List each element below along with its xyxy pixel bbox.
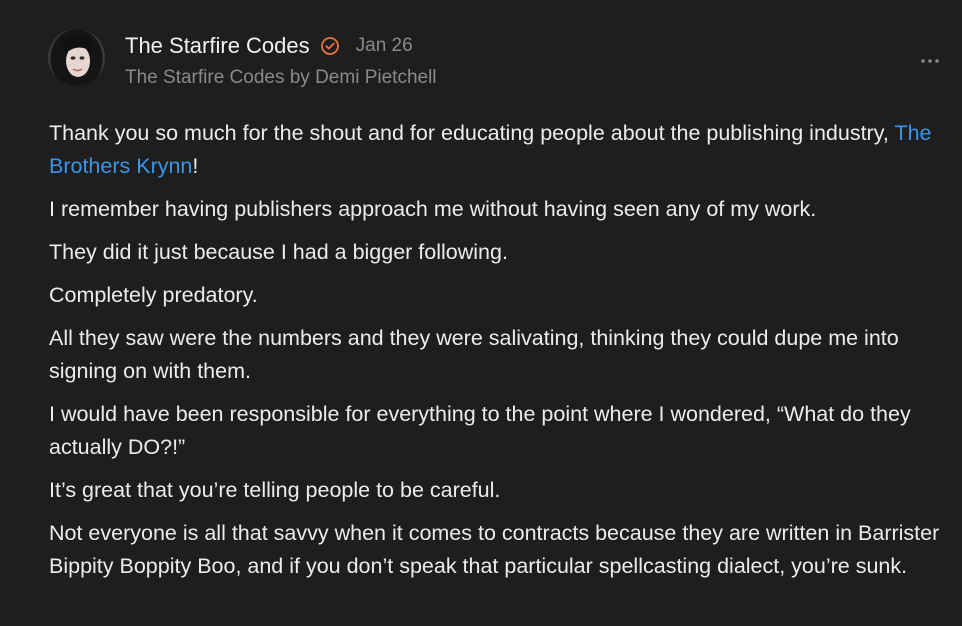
comment-paragraph: I remember having publishers approach me… bbox=[49, 197, 817, 221]
publication-byline[interactable]: The Starfire Codes by Demi Pietchell bbox=[125, 67, 437, 89]
comment-paragraph: Thank you so much for the shout and for … bbox=[49, 117, 949, 183]
paragraph-text: Thank you so much for the shout and for … bbox=[49, 121, 895, 145]
comment-paragraph: Completely predatory. bbox=[49, 283, 258, 307]
comment-date[interactable]: Jan 26 bbox=[356, 35, 413, 57]
comment-paragraph: Not everyone is all that savvy when it c… bbox=[49, 521, 940, 578]
comment-header: The Starfire Codes Jan 26 bbox=[125, 33, 413, 59]
comment-paragraph: All they saw were the numbers and they w… bbox=[49, 326, 899, 383]
more-options-icon[interactable] bbox=[918, 54, 942, 68]
comment-body: Thank you so much for the shout and for … bbox=[49, 117, 949, 593]
comment-paragraph: I would have been responsible for everyt… bbox=[49, 402, 911, 459]
verified-check-icon bbox=[320, 36, 340, 56]
author-name[interactable]: The Starfire Codes bbox=[125, 33, 310, 59]
comment-paragraph: It’s great that you’re telling people to… bbox=[49, 478, 501, 502]
paragraph-text: ! bbox=[192, 154, 199, 178]
avatar-image bbox=[48, 29, 105, 86]
comment-paragraph: They did it just because I had a bigger … bbox=[49, 240, 508, 264]
avatar[interactable] bbox=[48, 29, 105, 86]
